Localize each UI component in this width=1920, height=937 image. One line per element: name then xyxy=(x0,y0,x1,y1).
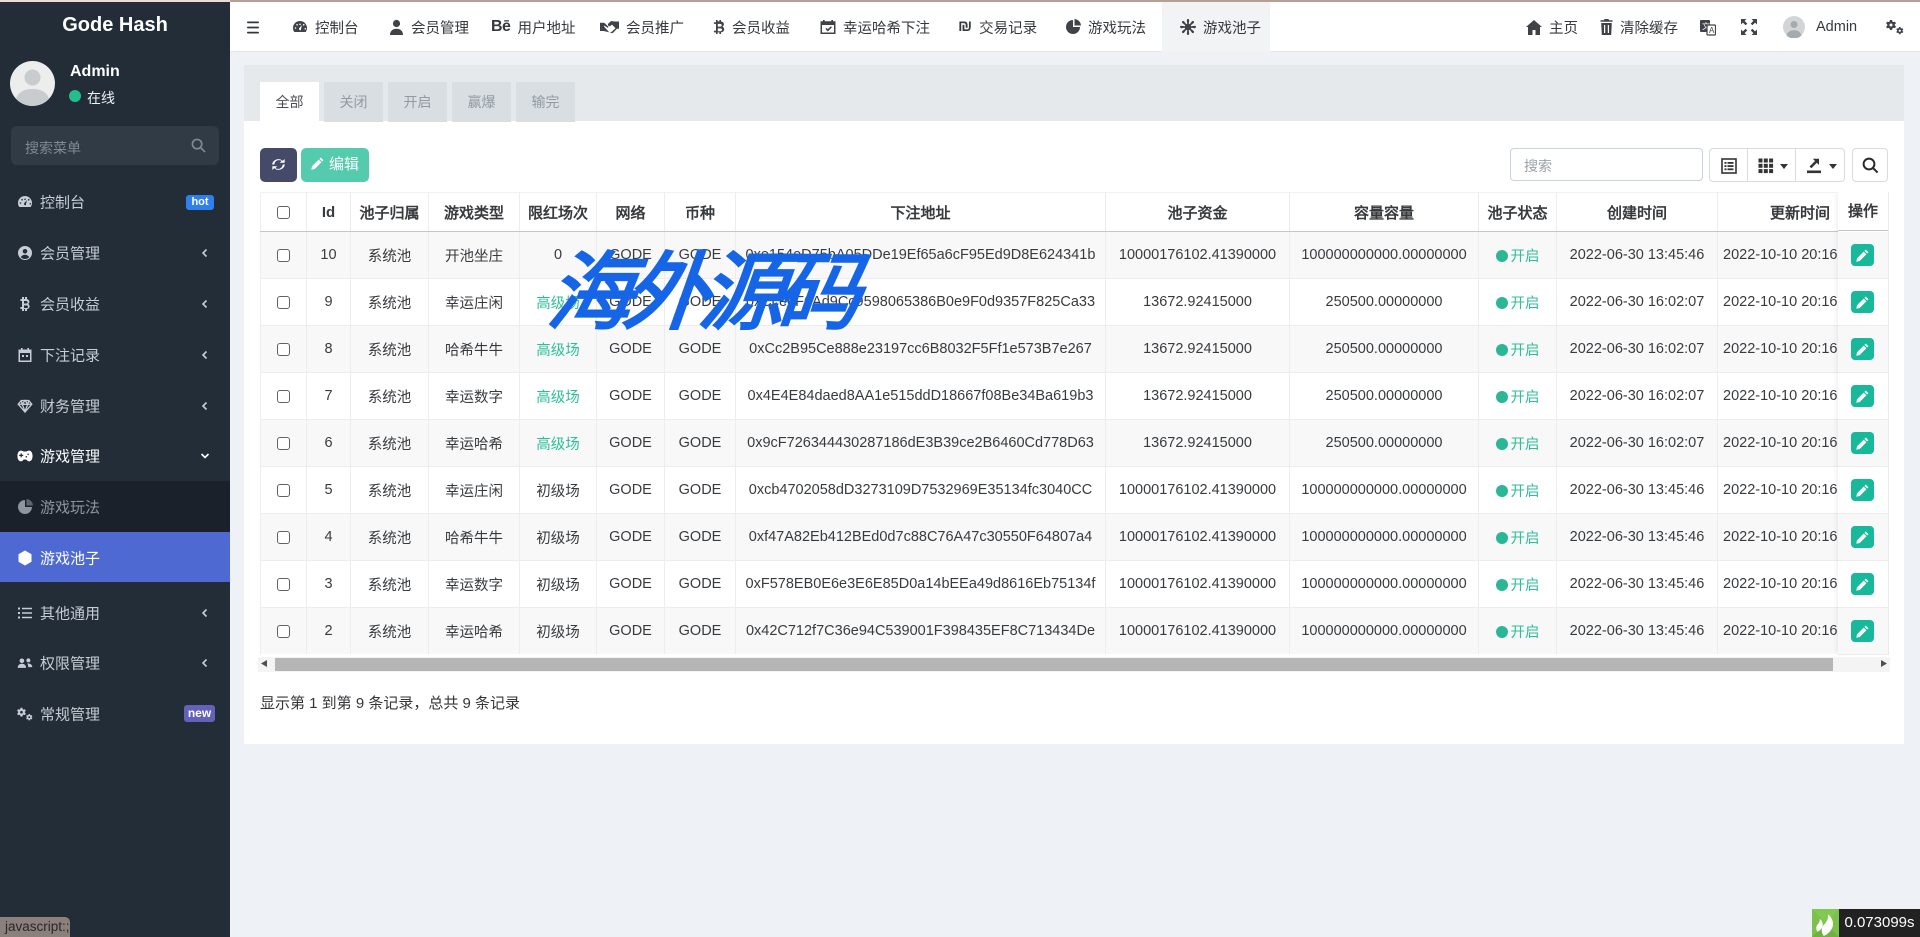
svg-text:A: A xyxy=(1709,26,1715,35)
